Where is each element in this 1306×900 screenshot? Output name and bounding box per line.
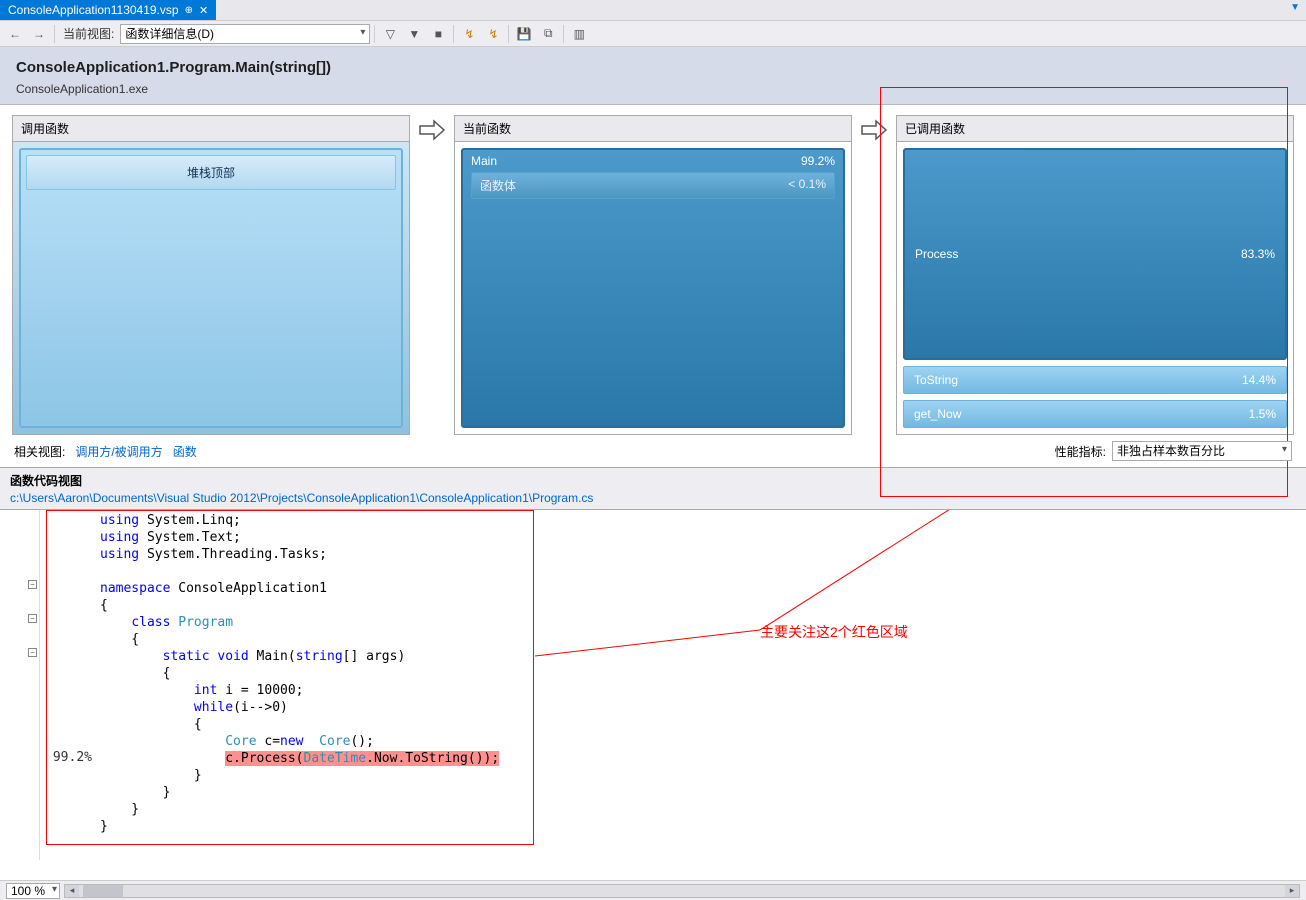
- save-icon[interactable]: 💾: [513, 23, 535, 45]
- pin-icon[interactable]: ⊕: [185, 5, 193, 16]
- code-editor[interactable]: − − − 99.2% using System.Linq; using Sys…: [0, 510, 1306, 860]
- function-pct: 99.2%: [801, 154, 835, 168]
- functions-link[interactable]: 函数: [173, 443, 197, 460]
- arrow-icon: [860, 115, 888, 435]
- called-function-block[interactable]: ToString 14.4%: [903, 366, 1287, 394]
- horizontal-scrollbar[interactable]: ◂ ▸: [64, 884, 1300, 898]
- panel-title: 当前函数: [455, 116, 851, 142]
- nav-forward-button[interactable]: →: [28, 23, 50, 45]
- module-name: ConsoleApplication1.exe: [16, 82, 1290, 96]
- arrow-icon: [418, 115, 446, 435]
- layout-icon[interactable]: ▥: [568, 23, 590, 45]
- collapse-icon[interactable]: ↯: [482, 23, 504, 45]
- percent-margin: 99.2%: [40, 510, 100, 860]
- scroll-thumb[interactable]: [83, 885, 123, 897]
- body-pct: < 0.1%: [788, 177, 826, 194]
- function-body-block[interactable]: 函数体 < 0.1%: [471, 172, 835, 199]
- current-function-block[interactable]: Main 99.2% 函数体 < 0.1%: [461, 148, 845, 428]
- panel-title: 已调用函数: [897, 116, 1293, 142]
- called-pct: 14.4%: [1242, 373, 1276, 387]
- separator: [508, 25, 509, 43]
- separator: [54, 25, 55, 43]
- calling-functions-panel: 调用函数 堆栈顶部: [12, 115, 410, 435]
- metric-label: 性能指标:: [1055, 443, 1106, 460]
- hot-path-icon[interactable]: ↯: [458, 23, 480, 45]
- called-name: ToString: [914, 373, 958, 387]
- scroll-left-button[interactable]: ◂: [65, 885, 79, 897]
- document-tab-bar: ConsoleApplication1130419.vsp ⊕ ✕ ▼: [0, 0, 1306, 21]
- panel-body: Main 99.2% 函数体 < 0.1%: [455, 142, 851, 434]
- called-function-block[interactable]: Process 83.3%: [903, 148, 1287, 360]
- function-header: ConsoleApplication1.Program.Main(string[…: [0, 47, 1306, 105]
- related-views: 相关视图: 调用方/被调用方 函数: [14, 443, 197, 460]
- tab-filename: ConsoleApplication1130419.vsp: [8, 3, 179, 17]
- panel-body: Process 83.3% ToString 14.4% get_Now 1.5…: [897, 142, 1293, 434]
- tab-dropdown-icon[interactable]: ▼: [1290, 2, 1300, 13]
- separator: [563, 25, 564, 43]
- toolbar: ← → 当前视图: 函数详细信息(D) ▽ ▼ ■ ↯ ↯ 💾 ⧉ ▥: [0, 21, 1306, 47]
- nav-back-button[interactable]: ←: [4, 23, 26, 45]
- block-header: Main 99.2%: [471, 154, 835, 168]
- caller-callee-link[interactable]: 调用方/被调用方: [75, 443, 162, 460]
- separator: [374, 25, 375, 43]
- body-label: 函数体: [480, 177, 516, 194]
- called-functions-panel: 已调用函数 Process 83.3% ToString 14.4% get_N…: [896, 115, 1294, 435]
- function-name: ConsoleApplication1.Program.Main(string[…: [16, 59, 1290, 76]
- fold-gutter: − − −: [0, 510, 40, 860]
- filter-icon[interactable]: ▽: [379, 23, 401, 45]
- called-name: Process: [915, 247, 958, 261]
- metric-select[interactable]: 非独占样本数百分比: [1112, 441, 1292, 461]
- status-bar: 100 % ◂ ▸: [0, 880, 1306, 900]
- code-text: using System.Linq; using System.Text; us…: [100, 510, 1306, 860]
- related-views-label: 相关视图:: [14, 443, 65, 460]
- close-icon[interactable]: ✕: [199, 4, 208, 17]
- zoom-select[interactable]: 100 %: [6, 883, 60, 899]
- panel-title: 调用函数: [13, 116, 409, 142]
- calling-block[interactable]: 堆栈顶部: [19, 148, 403, 428]
- annotation-text: 主要关注这2个红色区域: [760, 622, 908, 642]
- called-function-block[interactable]: get_Now 1.5%: [903, 400, 1287, 428]
- fold-toggle[interactable]: −: [28, 614, 37, 623]
- current-function-panel: 当前函数 Main 99.2% 函数体 < 0.1%: [454, 115, 852, 435]
- called-pct: 83.3%: [1241, 247, 1275, 261]
- metric-row: 性能指标: 非独占样本数百分比: [1055, 441, 1292, 461]
- copy-icon[interactable]: ⧉: [537, 23, 559, 45]
- stack-top-block[interactable]: 堆栈顶部: [26, 155, 396, 190]
- related-views-row: 相关视图: 调用方/被调用方 函数 性能指标: 非独占样本数百分比: [0, 437, 1306, 467]
- stop-icon[interactable]: ■: [427, 23, 449, 45]
- called-pct: 1.5%: [1249, 407, 1276, 421]
- document-tab[interactable]: ConsoleApplication1130419.vsp ⊕ ✕: [0, 0, 216, 20]
- call-panels-row: 调用函数 堆栈顶部 当前函数 Main 99.2% 函数体 < 0.1%: [0, 105, 1306, 437]
- function-label: Main: [471, 154, 497, 168]
- code-file-path[interactable]: c:\Users\Aaron\Documents\Visual Studio 2…: [0, 491, 1306, 510]
- fold-toggle[interactable]: −: [28, 648, 37, 657]
- filter-clear-icon[interactable]: ▼: [403, 23, 425, 45]
- scroll-right-button[interactable]: ▸: [1285, 885, 1299, 897]
- current-view-label: 当前视图:: [59, 25, 118, 42]
- separator: [453, 25, 454, 43]
- line-pct: 99.2%: [53, 750, 92, 765]
- panel-body: 堆栈顶部: [13, 142, 409, 434]
- fold-toggle[interactable]: −: [28, 580, 37, 589]
- called-name: get_Now: [914, 407, 961, 421]
- current-view-select[interactable]: 函数详细信息(D): [120, 24, 370, 44]
- code-view-title: 函数代码视图: [0, 468, 1306, 491]
- code-section: 函数代码视图 c:\Users\Aaron\Documents\Visual S…: [0, 467, 1306, 860]
